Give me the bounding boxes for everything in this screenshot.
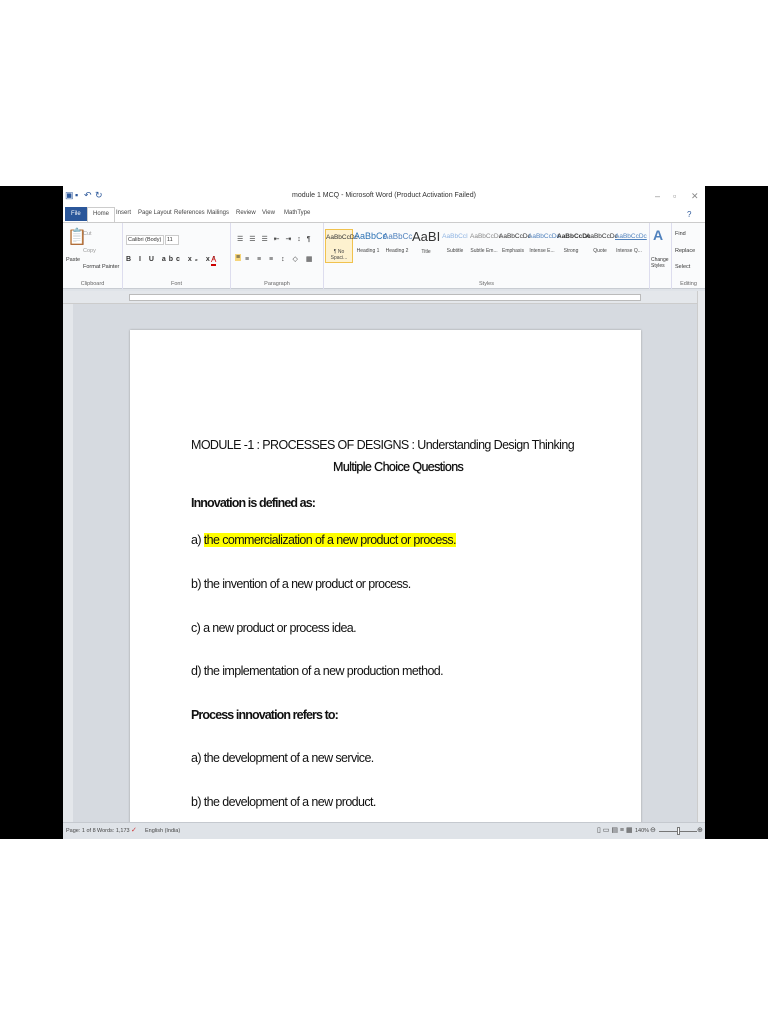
style-quote[interactable]: AaBbCcDc Quote xyxy=(586,229,618,263)
clipboard-group: 📋 Paste Cut Copy Format Painter Clipboar… xyxy=(63,223,123,289)
style-subtitle[interactable]: AaBbCcI Subtitle xyxy=(441,229,469,263)
document-page[interactable]: MODULE -1 : PROCESSES OF DESIGNS : Under… xyxy=(130,330,641,839)
editing-group: Find Replace Select Editing xyxy=(672,223,705,289)
help-icon[interactable]: ? xyxy=(687,210,691,219)
tab-file[interactable]: File xyxy=(65,207,87,221)
zoom-out-button[interactable]: ⊖ xyxy=(650,826,656,834)
tab-review[interactable]: Review xyxy=(232,209,260,217)
tab-home[interactable]: Home xyxy=(87,207,116,222)
format-painter-button[interactable]: Format Painter xyxy=(83,264,119,270)
q1-option-d: d) the implementation of a new productio… xyxy=(191,664,444,678)
zoom-slider-thumb[interactable] xyxy=(677,827,680,835)
window-title: module 1 MCQ - Microsoft Word (Product A… xyxy=(292,192,476,199)
module-title: MODULE -1 : PROCESSES OF DESIGNS : Under… xyxy=(191,438,575,452)
paste-button[interactable]: Paste xyxy=(66,257,80,263)
ribbon-tabs: File Home Insert Page Layout References … xyxy=(63,205,705,222)
page-count[interactable]: Page: 1 of 8 xyxy=(66,828,96,834)
align-left-button[interactable]: ≡ xyxy=(235,254,242,261)
align-buttons[interactable]: ≡ ≡ ≡ ↕ ◇ ▦ xyxy=(245,255,315,263)
zoom-level[interactable]: 140% xyxy=(635,828,649,834)
style-emphasis[interactable]: AaBbCcDc Emphasis xyxy=(499,229,531,263)
cut-button[interactable]: Cut xyxy=(83,231,92,237)
letterbox-right xyxy=(705,186,768,839)
tab-insert[interactable]: Insert xyxy=(112,209,135,217)
word-window: ▣ ▪ ↶ ↻ module 1 MCQ - Microsoft Word (P… xyxy=(63,186,705,839)
style-heading-1[interactable]: AaBbCc Heading 1 xyxy=(354,229,387,263)
tab-mathtype[interactable]: MathType xyxy=(280,209,314,217)
zoom-in-button[interactable]: ⊕ xyxy=(697,826,703,834)
close-button[interactable]: ✕ xyxy=(691,191,699,202)
font-size-select[interactable]: 11 xyxy=(165,235,179,245)
q1-option-c: c) a new product or process idea. xyxy=(191,621,357,635)
style-subtle-emphasis[interactable]: AaBbCcDc Subtle Em... xyxy=(470,229,502,263)
paragraph-label: Paragraph xyxy=(264,281,290,287)
highlighted-text: the commercialization of a new product o… xyxy=(203,533,456,547)
list-buttons[interactable]: ☰ ☰ ☰ ⇤ ⇥ ↕ ¶ xyxy=(237,235,313,243)
font-label: Font xyxy=(170,281,182,287)
ribbon: 📋 Paste Cut Copy Format Painter Clipboar… xyxy=(63,222,705,289)
editing-label: Editing xyxy=(680,281,697,287)
find-button[interactable]: Find xyxy=(675,231,686,237)
font-color-icon[interactable]: A xyxy=(211,255,217,266)
clipboard-label: Clipboard xyxy=(80,281,105,287)
copy-button[interactable]: Copy xyxy=(83,248,96,254)
tab-mailings[interactable]: Mailings xyxy=(203,209,233,217)
tab-view[interactable]: View xyxy=(258,209,279,217)
style-strong[interactable]: AaBbCcDc Strong xyxy=(557,229,591,263)
styles-label: Styles xyxy=(479,281,494,287)
select-button[interactable]: Select xyxy=(675,264,690,270)
status-bar: Page: 1 of 8 Words: 1,173 ✓ English (Ind… xyxy=(63,822,705,839)
style-no-spacing[interactable]: AaBbCcDc ¶ No Spaci... xyxy=(325,229,358,263)
change-styles-button[interactable]: A Change Styles xyxy=(650,223,672,289)
paragraph-group: ☰ ☰ ☰ ⇤ ⇥ ↕ ¶ ≡ ≡ ≡ ≡ ↕ ◇ ▦ Paragraph xyxy=(231,223,324,289)
font-name-select[interactable]: Calibri (Body) xyxy=(126,235,164,245)
format-buttons[interactable]: B I U abc x₂ x² xyxy=(126,256,218,263)
change-styles-icon: A xyxy=(653,227,664,243)
vertical-scrollbar[interactable] xyxy=(697,291,705,822)
paste-icon[interactable]: 📋 xyxy=(67,227,87,247)
horizontal-ruler[interactable] xyxy=(63,291,697,304)
title-bar: ▣ ▪ ↶ ↻ module 1 MCQ - Microsoft Word (P… xyxy=(63,186,705,205)
q1-option-b: b) the invention of a new product or pro… xyxy=(191,577,411,591)
vertical-ruler xyxy=(63,304,73,822)
styles-group: AaBbCcDc ¶ No Spaci... AaBbCc Heading 1 Aa… xyxy=(324,223,650,289)
q2-option-a: a) the development of a new service. xyxy=(191,751,374,765)
style-intense-quote[interactable]: AaBbCcDc Intense Q... xyxy=(615,229,647,263)
replace-button[interactable]: Replace xyxy=(675,248,695,254)
style-heading-2[interactable]: AaBbCc Heading 2 xyxy=(383,229,412,263)
q1-option-a: a) the commercialization of a new produc… xyxy=(191,533,456,547)
document-area: MODULE -1 : PROCESSES OF DESIGNS : Under… xyxy=(63,304,697,839)
word-count[interactable]: Words: 1,173 xyxy=(97,828,130,834)
doc-subtitle: Multiple Choice Questions xyxy=(333,460,464,474)
minimize-button[interactable]: – xyxy=(655,191,660,201)
question-1: Innovation is defined as: xyxy=(191,496,316,510)
view-buttons[interactable]: ▯ ▭ ▤ ≡ ▦ xyxy=(597,826,633,834)
maximize-button[interactable]: ▫ xyxy=(673,191,676,201)
question-2: Process innovation refers to: xyxy=(191,708,339,722)
language[interactable]: English (India) xyxy=(145,828,180,834)
q2-option-b: b) the development of a new product. xyxy=(191,795,376,809)
font-group: Calibri (Body) 11 B I U abc x₂ x² A Font xyxy=(123,223,231,289)
letterbox-left xyxy=(0,186,63,839)
style-title[interactable]: AaBI Title xyxy=(412,229,440,263)
proofing-icon[interactable]: ✓ xyxy=(131,826,137,834)
style-intense-emphasis[interactable]: AaBbCcDc Intense E... xyxy=(528,229,560,263)
